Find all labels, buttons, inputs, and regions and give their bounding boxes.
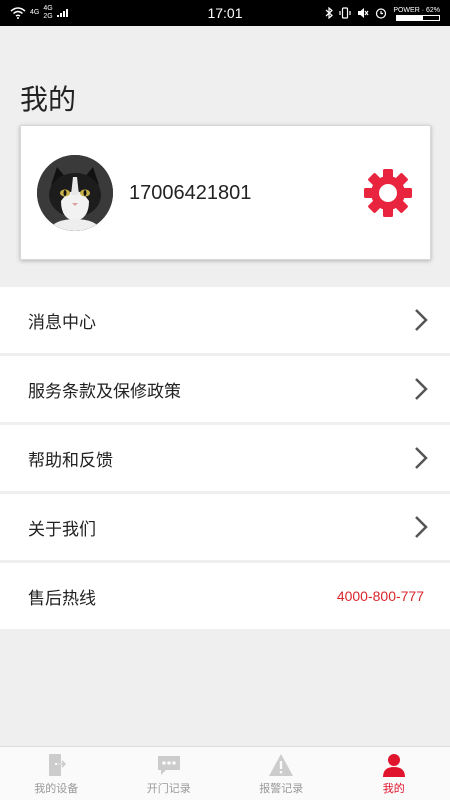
hotline-label: 售后热线 xyxy=(28,588,96,609)
tab-label: 我的设备 xyxy=(34,782,79,795)
menu-list: 消息中心 服务条款及保修政策 帮助和反馈 关于我们 售后热线 4000-800-… xyxy=(0,287,450,632)
bottom-nav: 我的设备 开门记录 报警记录 我的 xyxy=(0,746,450,800)
chevron-right-icon xyxy=(415,516,428,538)
user-icon xyxy=(382,754,405,777)
status-bar: 4G 4G 2G 17:01 POWER · 62% xyxy=(0,0,450,26)
menu-item-label: 消息中心 xyxy=(28,312,96,333)
chevron-right-icon xyxy=(415,378,428,400)
warning-icon xyxy=(269,754,294,776)
tab-my-devices[interactable]: 我的设备 xyxy=(0,747,113,800)
network-label-2: 4G xyxy=(43,5,53,12)
bluetooth-icon xyxy=(325,7,334,19)
menu-item-terms-warranty[interactable]: 服务条款及保修政策 xyxy=(0,356,450,422)
network-stack: 4G 2G xyxy=(43,5,52,21)
avatar-image xyxy=(37,155,113,231)
menu-item-message-center[interactable]: 消息中心 xyxy=(0,287,450,353)
tab-label: 我的 xyxy=(382,782,405,795)
menu-item-label: 关于我们 xyxy=(28,519,96,540)
cat-avatar[interactable] xyxy=(37,155,113,231)
network-label-1: 4G xyxy=(30,9,40,16)
status-left: 4G 4G 2G xyxy=(10,5,170,21)
battery-text: POWER · 62% xyxy=(393,6,440,14)
tab-alarm-records[interactable]: 报警记录 xyxy=(225,747,338,800)
chevron-right-icon xyxy=(415,309,428,331)
page-title: 我的 xyxy=(20,83,77,116)
vibrate-icon xyxy=(339,7,351,19)
menu-item-help-feedback[interactable]: 帮助和反馈 xyxy=(0,425,450,491)
signal-icon xyxy=(56,9,68,17)
hotline-number[interactable]: 4000-800-777 xyxy=(337,588,424,604)
tab-mine[interactable]: 我的 xyxy=(338,747,450,800)
tab-door-records[interactable]: 开门记录 xyxy=(113,747,226,800)
tab-label: 报警记录 xyxy=(259,782,304,795)
menu-item-about-us[interactable]: 关于我们 xyxy=(0,494,450,560)
menu-item-hotline[interactable]: 售后热线 4000-800-777 xyxy=(0,563,450,629)
network-label-3: 2G xyxy=(43,13,53,20)
wifi-icon xyxy=(10,7,26,19)
gear-icon xyxy=(364,169,412,217)
chat-icon xyxy=(157,756,180,775)
chevron-right-icon xyxy=(415,447,428,469)
menu-item-label: 帮助和反馈 xyxy=(28,450,113,471)
profile-card[interactable]: 17006421801 xyxy=(20,125,431,260)
menu-item-label: 服务条款及保修政策 xyxy=(28,381,181,402)
status-right: POWER · 62% xyxy=(325,0,440,26)
battery-icon xyxy=(396,14,440,21)
door-icon xyxy=(49,754,67,776)
alarm-icon xyxy=(376,8,387,19)
settings-button[interactable] xyxy=(361,166,415,220)
phone-number: 17006421801 xyxy=(129,182,252,204)
tab-label: 开门记录 xyxy=(146,782,191,795)
battery-indicator: POWER · 62% xyxy=(393,6,440,21)
mute-icon xyxy=(358,8,369,18)
